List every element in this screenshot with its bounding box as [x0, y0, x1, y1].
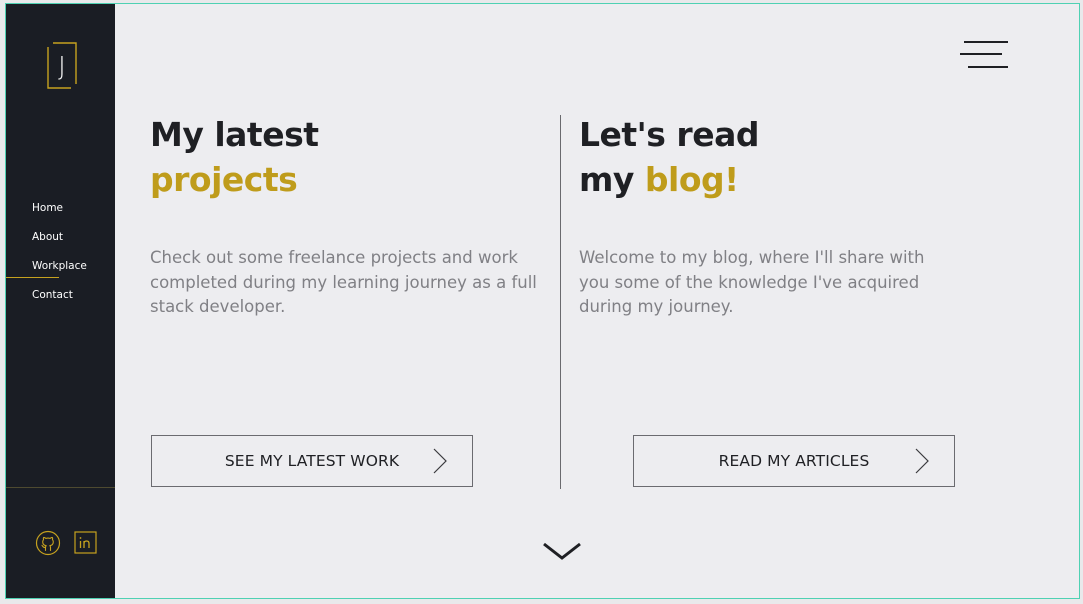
section-divider — [560, 115, 561, 489]
chevron-right-icon — [915, 448, 929, 474]
linkedin-link[interactable] — [73, 530, 99, 556]
menu-button[interactable] — [958, 40, 1010, 72]
blog-heading-line1: Let's read — [579, 115, 759, 154]
hamburger-menu-icon — [960, 41, 1008, 68]
nav-item-about[interactable]: About — [6, 223, 115, 252]
nav-item-home[interactable]: Home — [6, 194, 115, 223]
chevron-down-icon — [543, 542, 581, 560]
projects-section: My latest projects Check out some freela… — [150, 112, 550, 316]
scroll-down-button[interactable] — [542, 540, 582, 562]
see-latest-work-label: SEE MY LATEST WORK — [224, 452, 400, 470]
logo-letter: J — [58, 52, 66, 82]
nav-item-label: Workplace — [32, 260, 87, 272]
sidebar-nav: Home About Workplace Contact — [6, 194, 115, 310]
sidebar: J Home About Workplace Contact — [6, 4, 115, 598]
blog-heading-accent: blog! — [644, 160, 739, 199]
chevron-right-icon — [433, 448, 447, 474]
projects-description: Check out some freelance projects and wo… — [150, 248, 537, 316]
nav-item-contact[interactable]: Contact — [6, 281, 115, 310]
read-articles-label: READ MY ARTICLES — [718, 452, 870, 470]
nav-item-label: Contact — [32, 289, 73, 301]
blog-heading-prefix: my — [579, 160, 645, 199]
github-icon — [35, 530, 61, 556]
projects-heading-accent: projects — [150, 160, 298, 199]
sidebar-divider — [6, 487, 115, 488]
page-frame: J Home About Workplace Contact My latest… — [5, 3, 1080, 599]
nav-item-label: Home — [32, 202, 64, 214]
linkedin-icon — [74, 531, 97, 554]
blog-section: Let's read my blog! Welcome to my blog, … — [579, 112, 999, 316]
blog-heading: Let's read my blog! — [579, 112, 999, 202]
projects-heading: My latest projects — [150, 112, 550, 202]
blog-description: Welcome to my blog, where I'll share wit… — [579, 248, 925, 316]
projects-heading-line1: My latest — [150, 115, 319, 154]
nav-item-workplace[interactable]: Workplace — [6, 252, 115, 281]
read-articles-button[interactable]: READ MY ARTICLES — [633, 435, 955, 487]
nav-item-label: About — [32, 231, 64, 243]
logo[interactable]: J — [47, 42, 77, 89]
see-latest-work-button[interactable]: SEE MY LATEST WORK — [151, 435, 473, 487]
github-link[interactable] — [35, 530, 61, 556]
